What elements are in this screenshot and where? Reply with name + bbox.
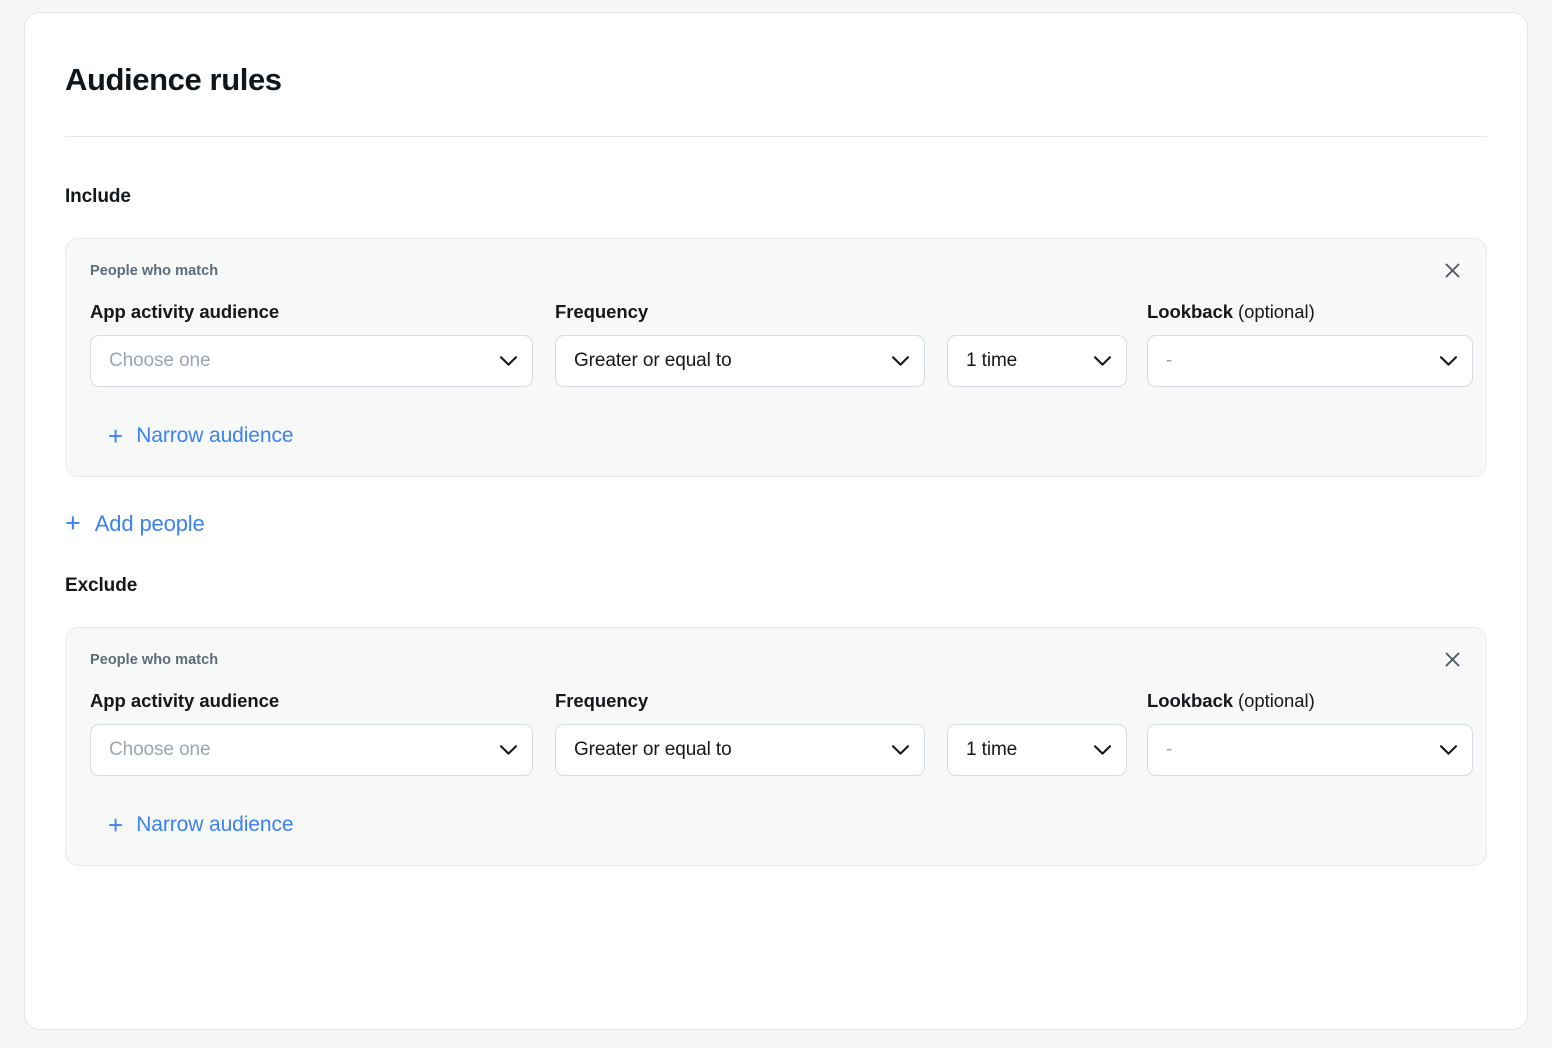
narrow-audience-label-exclude: Narrow audience [136, 813, 294, 837]
field-frequency-include: Frequency Greater or equal to [555, 301, 925, 388]
select-value-app-activity-audience-exclude: Choose one [109, 739, 211, 761]
select-lookback-exclude[interactable]: - [1147, 724, 1473, 777]
include-fields-row: App activity audience Choose one Frequen… [90, 301, 1473, 388]
chevron-down-icon [881, 744, 910, 756]
select-value-lookback-exclude: - [1166, 739, 1173, 761]
select-app-activity-audience-exclude[interactable]: Choose one [90, 724, 533, 777]
field-frequency-exclude: Frequency Greater or equal to [555, 690, 925, 777]
select-app-activity-audience-include[interactable]: Choose one [90, 335, 533, 388]
label-lookback-text-include: Lookback [1147, 301, 1233, 323]
exclude-rule-card: People who match App activity audience C… [65, 627, 1487, 867]
select-value-frequency-count-include: 1 time [966, 350, 1018, 372]
label-lookback-exclude: Lookback (optional) [1147, 690, 1473, 712]
section-title-exclude: Exclude [65, 575, 138, 597]
select-value-lookback-include: - [1166, 350, 1173, 372]
label-lookback-optional-exclude: (optional) [1232, 690, 1315, 712]
label-lookback-optional-include: (optional) [1232, 301, 1315, 323]
card-eyebrow-exclude: People who match [90, 652, 219, 669]
label-app-activity-audience-exclude: App activity audience [90, 690, 280, 712]
chevron-down-icon [489, 744, 518, 756]
close-icon [1443, 650, 1462, 669]
select-frequency-count-include[interactable]: 1 time [947, 335, 1127, 388]
field-frequency-count-include: 1 time [947, 335, 1127, 388]
chevron-down-icon [1083, 744, 1112, 756]
section-title-include: Include [65, 186, 131, 208]
chevron-down-icon [1429, 744, 1458, 756]
section-include: Include People who match App activity au… [65, 137, 1487, 537]
remove-exclude-rule-button[interactable] [1436, 643, 1468, 675]
plus-icon: + [65, 508, 81, 539]
add-people-button[interactable]: + Add people [65, 510, 205, 537]
select-value-app-activity-audience-include: Choose one [109, 350, 211, 372]
select-frequency-operator-include[interactable]: Greater or equal to [555, 335, 925, 388]
select-value-frequency-count-exclude: 1 time [966, 739, 1018, 761]
narrow-audience-button-include[interactable]: + Narrow audience [108, 421, 294, 452]
page-background: Audience rules Include People who match … [0, 0, 1552, 1048]
chevron-down-icon [1429, 355, 1458, 367]
audience-rules-panel: Audience rules Include People who match … [24, 12, 1528, 1030]
page-title: Audience rules [65, 62, 282, 97]
label-lookback-text-exclude: Lookback [1147, 690, 1233, 712]
select-lookback-include[interactable]: - [1147, 335, 1473, 388]
label-app-activity-audience-include: App activity audience [90, 301, 280, 323]
select-frequency-count-exclude[interactable]: 1 time [947, 724, 1127, 777]
field-lookback-include: Lookback (optional) - [1147, 301, 1473, 388]
label-frequency-include: Frequency [555, 301, 649, 323]
close-icon [1443, 261, 1462, 280]
select-value-frequency-operator-include: Greater or equal to [574, 350, 732, 372]
field-app-activity-audience-exclude: App activity audience Choose one [90, 690, 533, 777]
chevron-down-icon [1083, 355, 1112, 367]
include-rule-card: People who match App activity audience C… [65, 238, 1487, 478]
plus-icon: + [108, 810, 124, 841]
label-frequency-exclude: Frequency [555, 690, 649, 712]
plus-icon: + [108, 421, 124, 452]
exclude-fields-row: App activity audience Choose one Frequen… [90, 690, 1473, 777]
chevron-down-icon [489, 355, 518, 367]
select-frequency-operator-exclude[interactable]: Greater or equal to [555, 724, 925, 777]
chevron-down-icon [881, 355, 910, 367]
card-eyebrow-include: People who match [90, 263, 219, 280]
select-value-frequency-operator-exclude: Greater or equal to [574, 739, 732, 761]
section-exclude: Exclude People who match App activity au… [65, 537, 1487, 867]
field-app-activity-audience-include: App activity audience Choose one [90, 301, 533, 388]
field-lookback-exclude: Lookback (optional) - [1147, 690, 1473, 777]
narrow-audience-label-include: Narrow audience [136, 424, 294, 448]
label-lookback-include: Lookback (optional) [1147, 301, 1473, 323]
narrow-audience-button-exclude[interactable]: + Narrow audience [108, 810, 294, 841]
remove-include-rule-button[interactable] [1436, 254, 1468, 286]
add-people-label: Add people [94, 510, 205, 536]
field-frequency-count-exclude: 1 time [947, 724, 1127, 777]
